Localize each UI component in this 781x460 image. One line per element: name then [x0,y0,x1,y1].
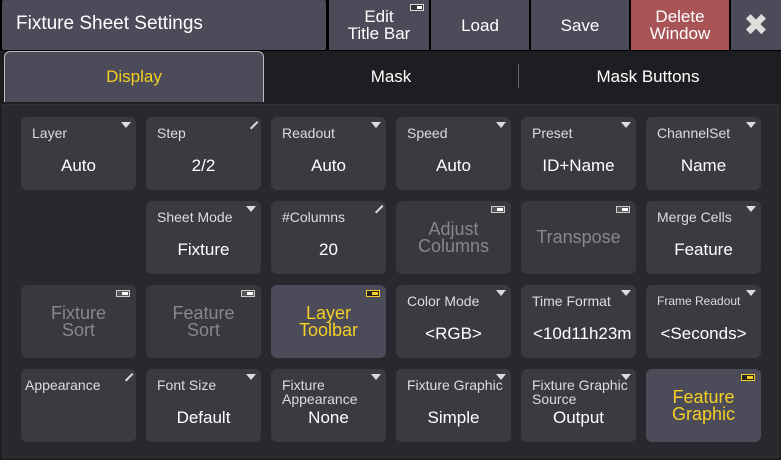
step-value: 2/2 [191,156,216,175]
frame-readout-value: <Seconds> [660,324,747,343]
font-size-setting[interactable]: Font Size Default [146,369,261,442]
window-title: Fixture Sheet Settings [16,13,203,34]
columns-setting[interactable]: #Columns 20 [271,201,386,274]
appearance-setting[interactable]: Appearance [21,369,136,442]
dropdown-icon [246,374,256,380]
dropdown-icon [621,290,631,296]
merge-cells-value: Feature [674,240,733,259]
readout-label: Readout [282,125,335,141]
dropdown-icon [121,122,131,128]
feature-sort-label: Feature Sort [172,302,235,340]
dropdown-icon [371,122,381,128]
load-button[interactable]: Load [431,0,529,50]
fixture-appearance-label: Fixture Appearance [282,377,358,407]
adjust-columns-button[interactable]: Adjust Columns [396,201,511,274]
feature-graphic-button[interactable]: Feature Graphic [646,369,761,442]
transpose-button[interactable]: Transpose [521,201,636,274]
edit-corner-icon [374,205,382,213]
speed-label: Speed [407,125,448,141]
adjust-columns-label: Adjust Columns [417,218,490,256]
time-format-setting[interactable]: Time Format <10d11h23m [521,285,636,358]
fixture-appearance-value: None [308,408,349,427]
preset-value: ID+Name [542,156,615,175]
speed-value: Auto [436,156,471,175]
fixture-graphic-label: Fixture Graphic [407,377,503,393]
font-size-value: Default [176,408,231,427]
fixture-sort-label: Fixture Sort [50,302,106,340]
sheet-mode-label: Sheet Mode [157,209,233,225]
layer-toolbar-label: Layer Toolbar [298,302,359,340]
columns-label: #Columns [282,209,346,225]
fixture-sort-button[interactable]: Fixture Sort [21,285,136,358]
tab-display[interactable]: Display [4,51,264,102]
font-size-label: Font Size [157,377,217,393]
dropdown-icon [746,206,756,212]
delete-window-button[interactable]: Delete Window [631,0,729,50]
load-label: Load [461,15,499,35]
edit-title-bar-button[interactable]: Edit Title Bar [329,0,429,50]
tab-display-label: Display [106,67,162,86]
readout-value: Auto [311,156,346,175]
fixture-graphic-value: Simple [427,408,480,427]
dropdown-icon [621,374,631,380]
dropdown-icon [371,374,381,380]
fixture-graphic-source-label: Fixture Graphic Source [532,377,628,407]
fixture-graphic-setting[interactable]: Fixture Graphic Simple [396,369,511,442]
merge-cells-label: Merge Cells [657,209,732,225]
tab-mask[interactable]: Mask [264,51,518,102]
channelset-label: ChannelSet [657,125,731,141]
edit-corner-icon [124,373,132,381]
close-icon: ✖ [743,8,769,42]
time-format-value: <10d11h23m [533,324,632,343]
edit-title-bar-label: Edit Title Bar [347,7,411,43]
feature-sort-button[interactable]: Feature Sort [146,285,261,358]
delete-window-label: Delete Window [649,7,711,43]
layer-setting[interactable]: Layer Auto [21,117,136,190]
dropdown-icon [746,122,756,128]
step-setting[interactable]: Step 2/2 [146,117,261,190]
dropdown-icon [496,374,506,380]
dropdown-icon [496,122,506,128]
toggle-indicator-icon [410,4,424,11]
time-format-label: Time Format [532,293,611,309]
dropdown-icon [621,122,631,128]
preset-label: Preset [532,125,573,141]
frame-readout-setting[interactable]: Frame Readout <Seconds> [646,285,761,358]
tab-mask-label: Mask [370,66,412,86]
transpose-label: Transpose [536,227,621,247]
save-button[interactable]: Save [531,0,629,50]
dropdown-icon [746,290,756,296]
window-title-box: Fixture Sheet Settings [2,0,326,50]
color-mode-value: <RGB> [425,324,482,343]
edit-corner-icon [249,121,257,129]
color-mode-setting[interactable]: Color Mode <RGB> [396,285,511,358]
channelset-value: Name [680,156,727,175]
dropdown-icon [496,290,506,296]
speed-setting[interactable]: Speed Auto [396,117,511,190]
preset-setting[interactable]: Preset ID+Name [521,117,636,190]
save-label: Save [560,15,600,35]
layer-label: Layer [32,125,68,141]
sheet-mode-setting[interactable]: Sheet Mode Fixture [146,201,261,274]
tab-mask-buttons-label: Mask Buttons [596,66,700,86]
frame-readout-label: Frame Readout [657,294,741,308]
step-label: Step [157,125,186,141]
layer-value: Auto [61,156,96,175]
fixture-appearance-setting[interactable]: Fixture Appearance None [271,369,386,442]
close-button[interactable]: ✖ [731,0,781,50]
dropdown-icon [246,206,256,212]
merge-cells-setting[interactable]: Merge Cells Feature [646,201,761,274]
columns-value: 20 [319,240,338,259]
feature-graphic-label: Feature Graphic [671,386,736,424]
fixture-graphic-source-value: Output [552,408,605,427]
tab-mask-buttons[interactable]: Mask Buttons [519,51,777,102]
appearance-label: Appearance [25,377,101,393]
channelset-setting[interactable]: ChannelSet Name [646,117,761,190]
layer-toolbar-button[interactable]: Layer Toolbar [271,285,386,358]
sheet-mode-value: Fixture [177,240,230,259]
color-mode-label: Color Mode [407,293,480,309]
fixture-graphic-source-setting[interactable]: Fixture Graphic Source Output [521,369,636,442]
readout-setting[interactable]: Readout Auto [271,117,386,190]
